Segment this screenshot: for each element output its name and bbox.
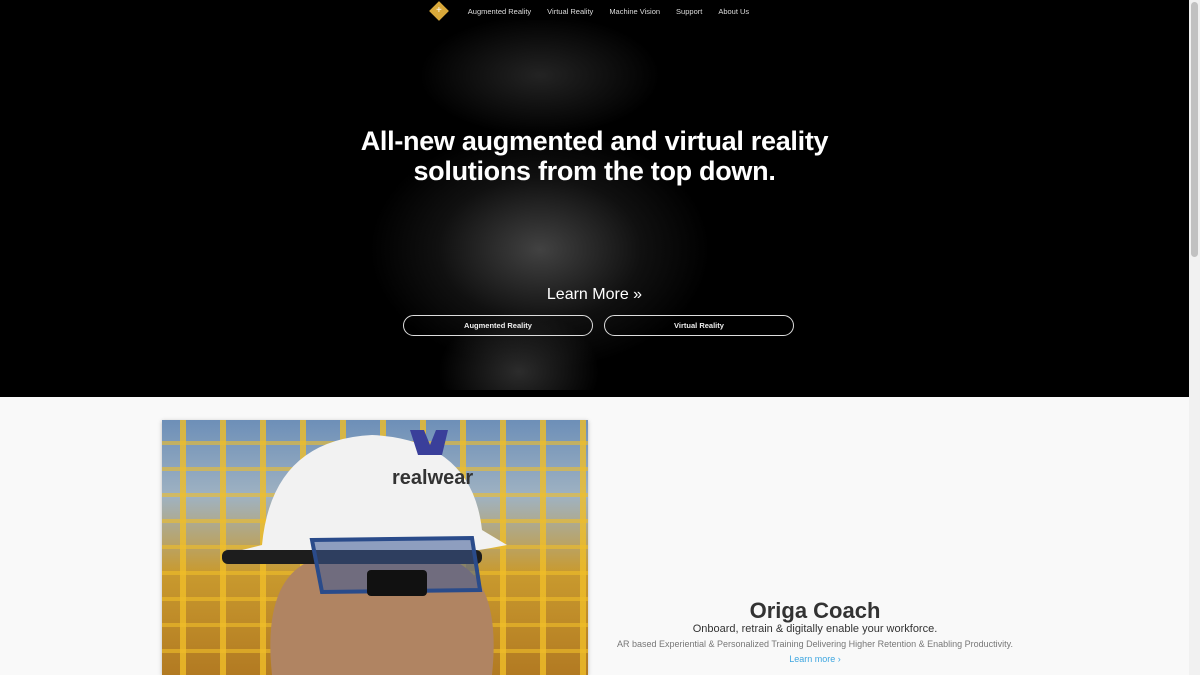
nav-augmented-reality[interactable]: Augmented Reality xyxy=(468,7,531,16)
feature-description: AR based Experiential & Personalized Tra… xyxy=(616,639,1014,649)
top-nav: + Augmented Reality Virtual Reality Mach… xyxy=(0,0,1189,22)
feature-title: Origa Coach xyxy=(749,598,881,623)
virtual-reality-button[interactable]: Virtual Reality xyxy=(604,315,794,336)
hero-buttons: Augmented Reality Virtual Reality xyxy=(403,315,794,336)
nav-support[interactable]: Support xyxy=(676,7,702,16)
learn-more-link[interactable]: Learn More » xyxy=(0,286,1189,304)
svg-text:realwear: realwear xyxy=(392,467,473,489)
hero-headline: All-new augmented and virtual reality sol… xyxy=(360,126,829,186)
scrollbar[interactable] xyxy=(1189,0,1200,675)
nav-machine-vision[interactable]: Machine Vision xyxy=(609,7,660,16)
worker-illustration: realwear xyxy=(222,430,507,675)
logo-icon[interactable]: + xyxy=(428,1,449,21)
augmented-reality-button[interactable]: Augmented Reality xyxy=(403,315,593,336)
hero-section: + Augmented Reality Virtual Reality Mach… xyxy=(0,0,1189,397)
scrollbar-thumb[interactable] xyxy=(1191,2,1198,257)
nav-about-us[interactable]: About Us xyxy=(718,7,749,16)
realwear-worker-photo: realwear xyxy=(162,420,588,675)
feature-subtitle: Onboard, retrain & digitally enable your… xyxy=(692,623,938,635)
nav-virtual-reality[interactable]: Virtual Reality xyxy=(547,7,593,16)
feature-learn-more-link[interactable]: Learn more › xyxy=(600,654,1030,664)
